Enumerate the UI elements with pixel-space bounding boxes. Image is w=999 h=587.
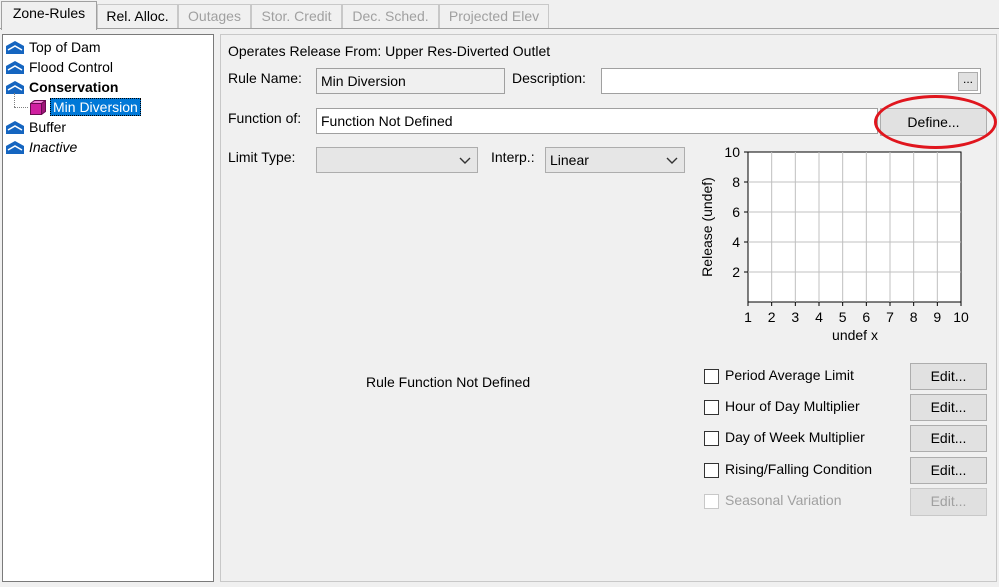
- tree-item-flood-control[interactable]: Flood Control: [3, 57, 213, 77]
- chart-y-tick-label: 8: [732, 174, 740, 190]
- tree-item-label: Inactive: [29, 139, 78, 155]
- rule-name-field[interactable]: Min Diversion: [316, 68, 505, 94]
- hour-of-day-multiplier-edit-button[interactable]: Edit...: [910, 394, 987, 421]
- chevron-down-icon: [459, 157, 471, 164]
- tree-item-inactive[interactable]: Inactive: [3, 137, 213, 157]
- seasonal-variation-label: Seasonal Variation: [725, 492, 842, 508]
- chart-y-tick-label: 10: [724, 144, 740, 160]
- tree-item-label: Top of Dam: [29, 39, 101, 55]
- chart-x-tick-label: 6: [862, 309, 870, 325]
- description-browse-button[interactable]: ...: [958, 72, 978, 91]
- chart-x-tick-label: 9: [933, 309, 941, 325]
- chart-plot-area: [747, 151, 962, 303]
- hour-of-day-multiplier-label: Hour of Day Multiplier: [725, 398, 860, 414]
- tree-item-min-diversion[interactable]: Min Diversion: [3, 97, 213, 117]
- seasonal-variation-checkbox: [704, 494, 719, 509]
- tree-item-buffer[interactable]: Buffer: [3, 117, 213, 137]
- tab-dec-sched: Dec. Sched.: [342, 4, 439, 28]
- tree-item-label: Flood Control: [29, 59, 114, 75]
- period-average-limit-edit-button[interactable]: Edit...: [910, 363, 987, 390]
- tab-stor-credit: Stor. Credit: [251, 4, 342, 28]
- operates-release-from-label: Operates Release From: Upper Res-Diverte…: [228, 43, 551, 59]
- function-of-field[interactable]: Function Not Defined: [316, 108, 878, 134]
- rising-falling-condition-edit-button[interactable]: Edit...: [910, 457, 987, 484]
- day-of-week-multiplier-edit-button[interactable]: Edit...: [910, 425, 987, 452]
- zone-rule-tree[interactable]: Top of Dam Flood Control Conservation Mi…: [2, 34, 214, 582]
- period-average-limit-label: Period Average Limit: [725, 367, 854, 383]
- day-of-week-multiplier-checkbox[interactable]: [704, 431, 719, 446]
- chart-x-tick-label: 5: [839, 309, 847, 325]
- seasonal-variation-edit-button: Edit...: [910, 488, 987, 516]
- chart-y-tick-label: 2: [732, 264, 740, 280]
- rule-function-chart: 1 2 3 4 5 6 7 8 9 10108642 undef x Release (undef…: [699, 144, 969, 343]
- tab-rel-alloc[interactable]: Rel. Alloc.: [97, 4, 178, 28]
- chart-x-tick-label: 4: [815, 309, 823, 325]
- tree-item-conservation[interactable]: Conservation: [3, 77, 213, 97]
- rule-icon: [30, 100, 46, 115]
- day-of-week-multiplier-label: Day of Week Multiplier: [725, 429, 865, 445]
- function-of-label: Function of:: [228, 110, 302, 126]
- interp-value: Linear: [550, 152, 589, 168]
- chart-y-axis-label: Release (undef): [699, 177, 715, 277]
- zone-icon: [6, 61, 24, 74]
- chart-x-axis-label: undef x: [832, 327, 878, 343]
- zone-icon: [6, 141, 24, 154]
- tab-bar-divider: [0, 28, 999, 29]
- tab-outages: Outages: [178, 4, 251, 28]
- description-label: Description:: [512, 70, 586, 86]
- tab-zone-rules[interactable]: Zone-Rules: [1, 1, 97, 30]
- interp-select[interactable]: Linear: [545, 147, 685, 173]
- limit-type-select[interactable]: [316, 147, 478, 173]
- chart-x-tick-label: 7: [886, 309, 894, 325]
- period-average-limit-checkbox[interactable]: [704, 369, 719, 384]
- tab-bar: Zone-Rules Rel. Alloc. Outages Stor. Cre…: [0, 0, 999, 30]
- description-field[interactable]: [601, 68, 981, 94]
- tree-item-label: Conservation: [29, 79, 119, 95]
- tree-item-label: Min Diversion: [50, 98, 141, 116]
- zone-icon: [6, 41, 24, 54]
- chart-x-tick-label: 2: [768, 309, 776, 325]
- chart-x-tick-label: 8: [910, 309, 918, 325]
- chart-x-tick-label: 1: [744, 309, 752, 325]
- tab-projected-elev: Projected Elev: [439, 4, 549, 28]
- zone-icon: [6, 121, 24, 134]
- tree-item-label: Buffer: [29, 119, 67, 135]
- chart-x-tick-label: 10: [953, 309, 969, 325]
- tree-item-top-of-dam[interactable]: Top of Dam: [3, 37, 213, 57]
- rule-name-label: Rule Name:: [228, 70, 302, 86]
- chart-y-tick-label: 4: [732, 234, 740, 250]
- rule-function-not-defined-message: Rule Function Not Defined: [366, 374, 531, 390]
- rising-falling-condition-checkbox[interactable]: [704, 463, 719, 478]
- chart-x-tick-label: 3: [791, 309, 799, 325]
- hour-of-day-multiplier-checkbox[interactable]: [704, 400, 719, 415]
- limit-type-label: Limit Type:: [228, 149, 296, 165]
- interp-label: Interp.:: [491, 149, 535, 165]
- chart-y-tick-label: 6: [732, 204, 740, 220]
- chevron-down-icon: [666, 157, 678, 164]
- rising-falling-condition-label: Rising/Falling Condition: [725, 461, 873, 477]
